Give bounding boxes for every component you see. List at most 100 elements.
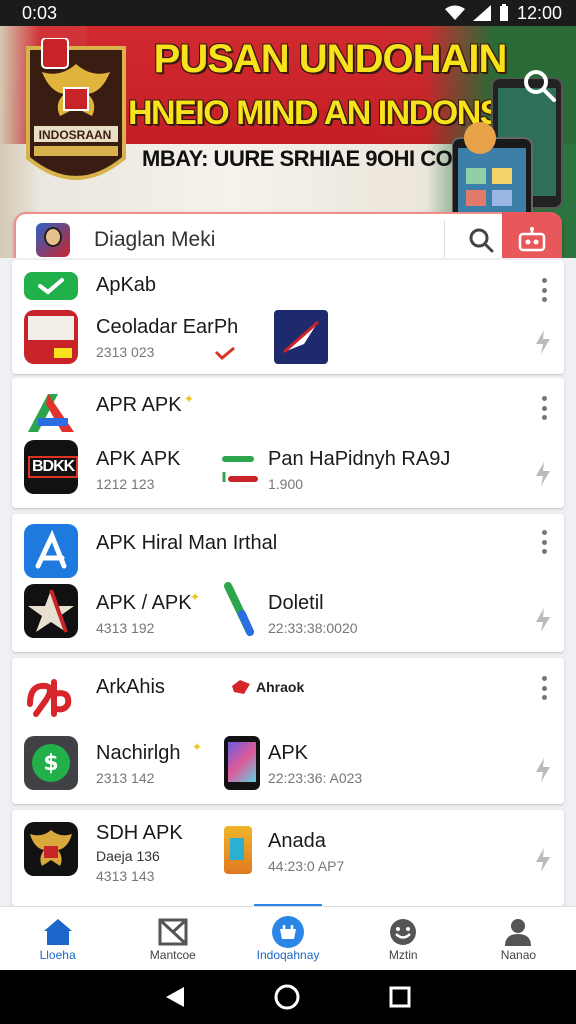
app-name: Ceoladar EarPh [96, 316, 239, 338]
banner-tagline: MBAY: UURE SRHIAE 9OHI COAS [142, 146, 482, 171]
list-item[interactable]: ApKab Ceoladar EarPh 2313 023 [12, 260, 564, 374]
app-meta: 22:23:36: A023 [268, 770, 363, 786]
search-input[interactable]: Diaglan Meki [94, 228, 434, 252]
app-meta: 1.900 [268, 476, 304, 492]
nav-label: Mantcoe [149, 947, 196, 962]
profile-icon [501, 916, 535, 948]
banner-title: PUSAN UNDOHAIN [153, 37, 508, 81]
list-item[interactable]: APK Hiral Man Irthal APK / APK ✦ 4313 19… [12, 514, 564, 652]
emblem-text: INDOSRAAN [38, 128, 112, 142]
red-check-icon [214, 346, 235, 360]
nav-item-home[interactable]: Lloeha [0, 907, 115, 970]
search-submit-button[interactable] [459, 218, 503, 258]
app-name: ArkAhis [96, 676, 165, 698]
app-name: Ahraok [256, 679, 305, 695]
list-item[interactable]: SDH APK Daeja 136 4313 143 Anada 44:23:0… [12, 810, 564, 906]
app-meta: 44:23:0 AP7 [268, 858, 345, 874]
banner-search-icon[interactable] [520, 66, 558, 104]
appstore-a-icon [35, 529, 67, 569]
app-icon-garuda [24, 822, 78, 876]
search-avatar-icon [36, 223, 70, 257]
search-filter-button[interactable] [502, 212, 562, 258]
smiley-icon [386, 916, 420, 948]
nav-label: Indoqahnay [256, 947, 320, 962]
app-icon-apr [28, 394, 74, 432]
bottom-nav[interactable]: Lloeha Mantcoe Indoqahnay Mztin Nanao [0, 906, 576, 970]
app-icon-apkab [24, 272, 78, 300]
download-icon[interactable] [534, 608, 552, 632]
download-icon[interactable] [534, 462, 552, 486]
status-clock: 12:00 [516, 2, 562, 23]
app-name: APK / APK [96, 592, 192, 614]
star-icon: ✦ [190, 590, 201, 604]
nav-item-profile[interactable]: Nanao [461, 907, 576, 970]
list-item[interactable]: APR APK ✦ BDKK APK APK 1212 123 Pan HaPi… [12, 378, 564, 508]
nav-item-grid[interactable]: Mantcoe [115, 907, 230, 970]
app-name: Doletil [268, 592, 324, 614]
app-meta: 22:33:38:0020 [268, 620, 358, 636]
download-icon[interactable] [534, 758, 552, 782]
garuda-icon [30, 830, 72, 866]
system-nav-bar [0, 970, 576, 1024]
app-list[interactable]: ApKab Ceoladar EarPh 2313 023 APR APK ✦ … [0, 258, 576, 906]
more-options-button[interactable] [538, 396, 550, 420]
app-meta: 2313 142 [96, 770, 155, 786]
app-meta: 4313 192 [96, 620, 155, 636]
app-icon-phone-apk [224, 736, 260, 790]
back-icon[interactable] [164, 985, 186, 1009]
more-options-button[interactable] [538, 676, 550, 700]
store-icon [271, 915, 305, 948]
cable-icon [222, 456, 258, 482]
star-logo-icon [28, 589, 74, 633]
nav-item-store[interactable]: Indoqahnay [230, 907, 345, 970]
more-options-button[interactable] [538, 530, 550, 554]
app-icon-arkahis [27, 679, 72, 717]
status-time: 0:03 [22, 2, 58, 23]
nav-label: Nanao [500, 947, 537, 962]
app-icon-anada [224, 826, 252, 874]
app-name: APK Hiral Man Irthal [96, 532, 278, 554]
app-meta: 1212 123 [96, 476, 155, 492]
robot-filter-icon [518, 227, 546, 252]
list-item[interactable]: ArkAhis Ahraok $ Nachirlgh ✦ 2313 142 AP… [12, 658, 564, 804]
app-name: Anada [268, 830, 326, 852]
app-icon-shortcut [274, 310, 328, 364]
app-name: ApKab [96, 274, 157, 296]
app-meta: Daeja 136 [96, 848, 160, 864]
battery-icon [499, 4, 508, 21]
app-name: Pan HaPidnyh RA9J [268, 448, 451, 470]
app-meta: 4313 143 [96, 868, 155, 884]
recents-icon[interactable] [388, 985, 412, 1009]
search-bar[interactable]: Diaglan Meki [14, 212, 562, 258]
download-icon[interactable] [534, 848, 552, 872]
wifi-icon [444, 5, 465, 20]
promo-banner[interactable]: INDOSRAAN PUSAN UNDOHAIN HNEIO MIND AN I… [0, 26, 576, 258]
nav-label: Lloeha [39, 947, 76, 962]
ahraok-logo-icon [232, 680, 250, 694]
banner-subtitle: HNEIO MIND AN INDONSIAI [128, 94, 541, 132]
check-icon [38, 278, 64, 295]
home-circle-icon[interactable] [273, 983, 301, 1011]
garuda-emblem-icon [26, 38, 126, 180]
app-icon-appstore [24, 524, 78, 578]
more-options-button[interactable] [538, 278, 550, 302]
app-name: APR APK [96, 394, 182, 416]
app-name: APK APK [96, 448, 181, 470]
app-icon-whatsapp: $ [24, 736, 78, 790]
swoosh-icon [283, 320, 319, 354]
search-divider [444, 221, 445, 258]
nav-item-smiley[interactable]: Mztin [346, 907, 461, 970]
status-icons: 12:00 [444, 2, 562, 24]
star-icon: ✦ [192, 740, 203, 754]
app-icon-apk: BDKK [24, 440, 78, 494]
pencil-icon [224, 582, 254, 636]
app-icon-ceoladar [24, 310, 78, 364]
status-bar: 0:03 12:00 [0, 0, 576, 26]
download-icon[interactable] [534, 330, 552, 354]
magnifier-icon [469, 228, 494, 253]
app-meta: 2313 023 [96, 344, 155, 360]
nav-label: Mztin [388, 947, 418, 962]
app-name: Nachirlgh [96, 742, 181, 764]
app-name: APK [268, 742, 309, 764]
signal-icon [472, 5, 491, 21]
